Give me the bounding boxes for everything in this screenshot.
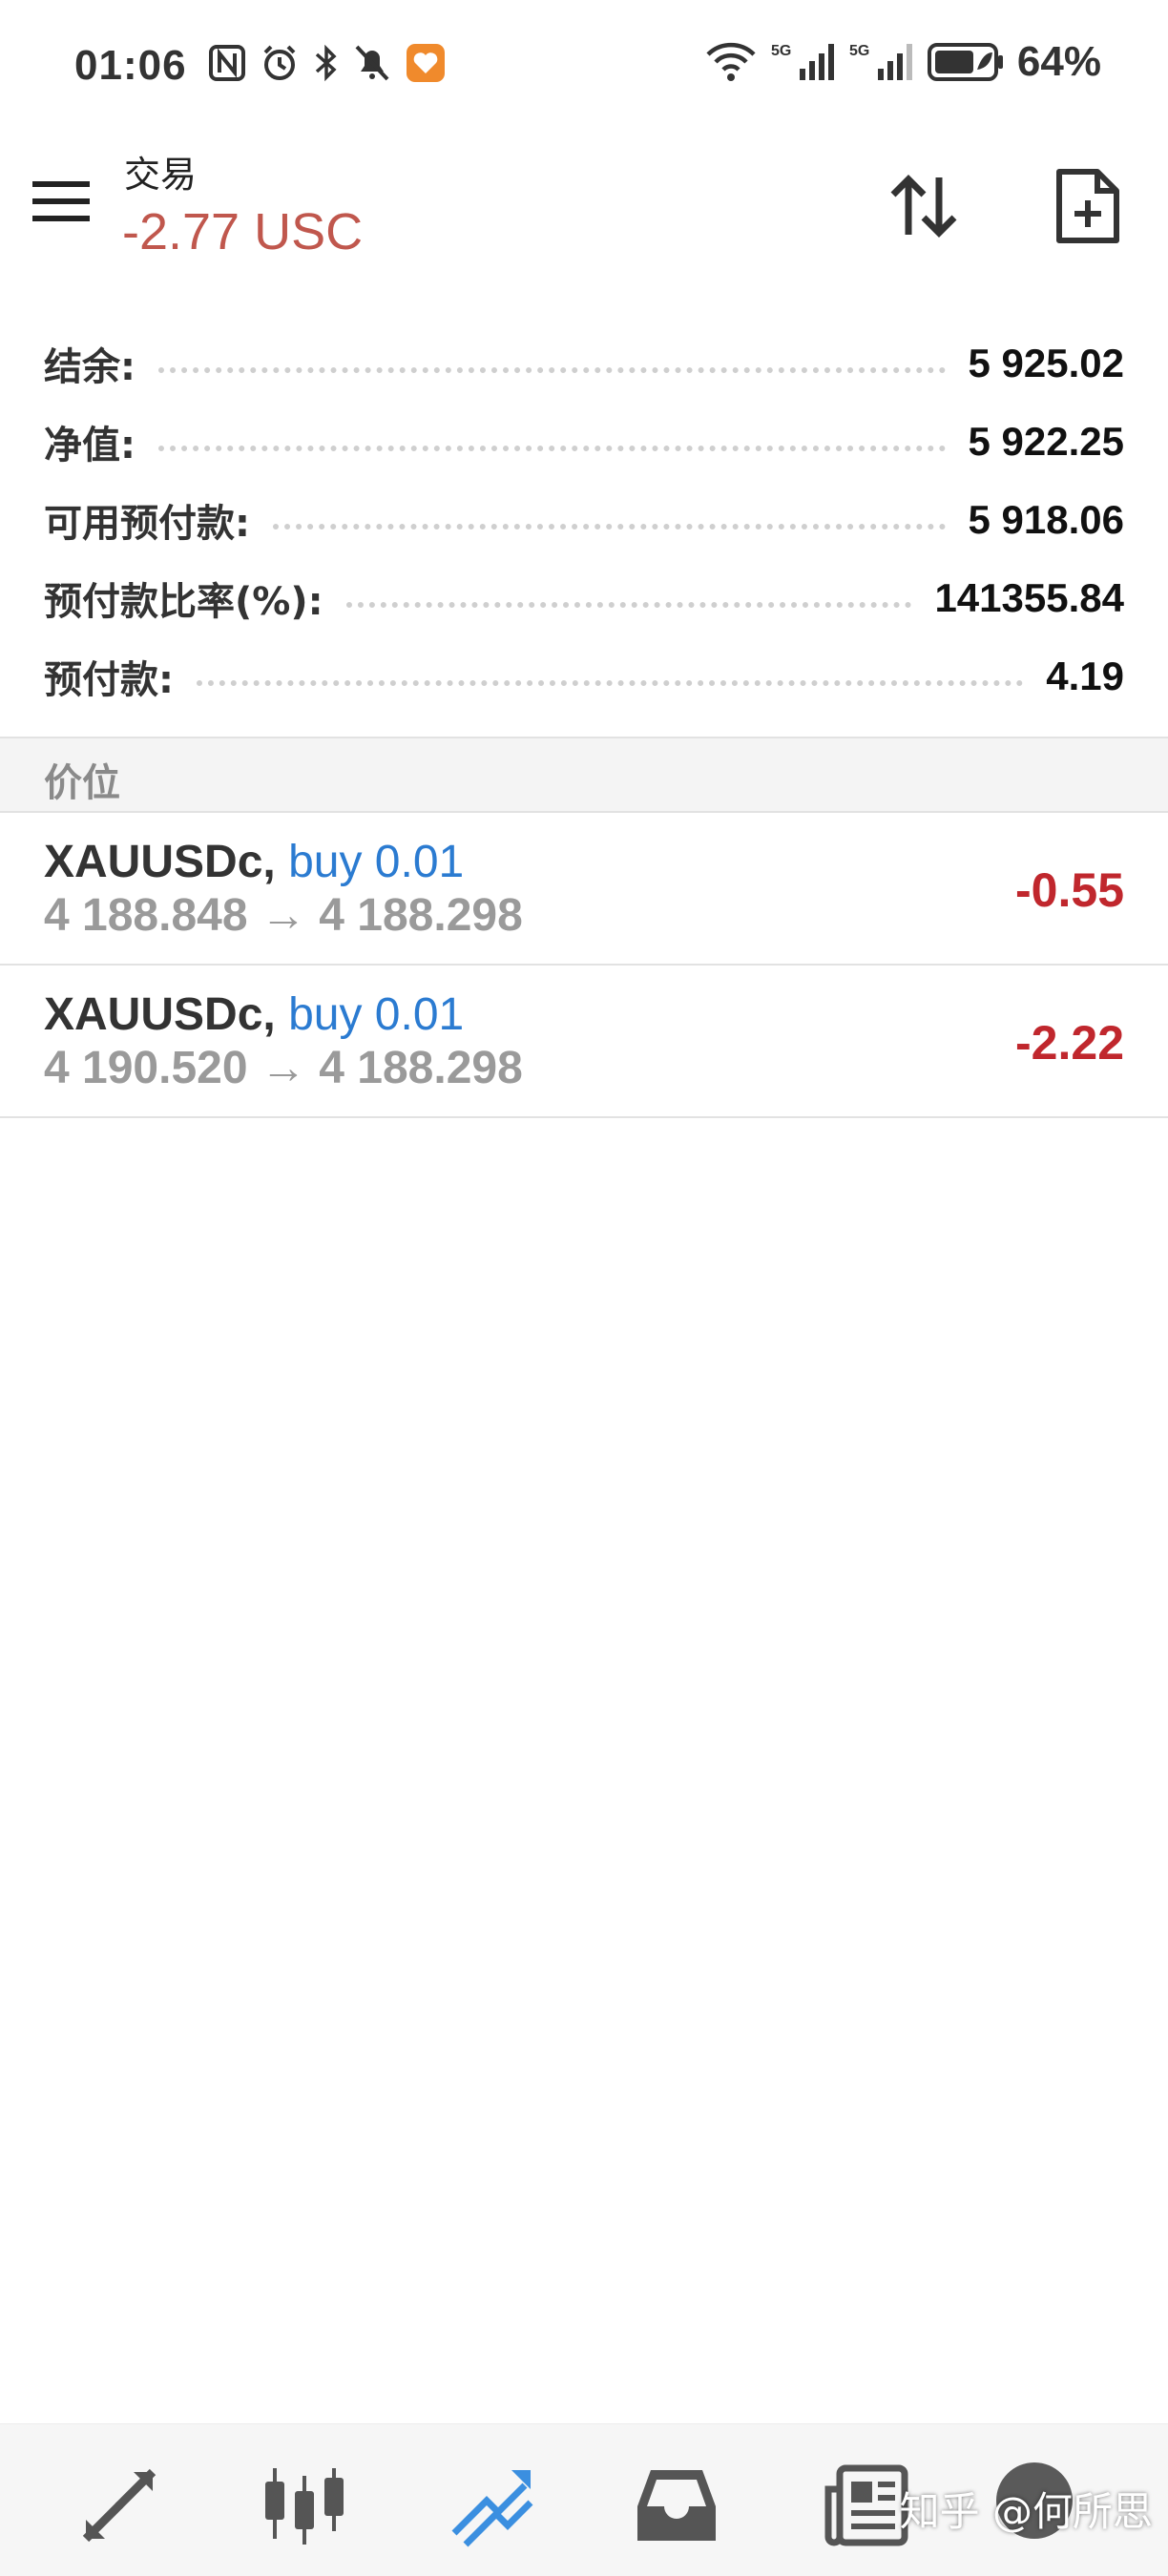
dotted-leader: [273, 524, 946, 530]
nfc-icon: [209, 45, 245, 81]
summary-row-balance: 结余: 5 925.02: [0, 324, 1168, 403]
summary-value: 141355.84: [934, 575, 1124, 620]
summary-row-margin-level: 预付款比率(%): 141355.84: [0, 559, 1168, 637]
mute-bell-icon: [355, 45, 389, 81]
status-icons-right: 5G 5G 64%: [704, 38, 1101, 86]
position-title: XAUUSDc, buy 0.01: [44, 988, 464, 1041]
summary-value: 5 918.06: [968, 497, 1125, 542]
position-profit: -0.55: [1015, 863, 1124, 917]
nav-trade[interactable]: [448, 2462, 534, 2548]
current-price: 4 188.298: [319, 890, 523, 941]
status-icons-left: [208, 42, 447, 84]
summary-label: 预付款:: [44, 658, 174, 702]
sort-icon[interactable]: [886, 168, 962, 244]
quotes-icon: [82, 2468, 156, 2543]
history-icon: [637, 2470, 716, 2541]
summary-label: 预付款比率(%):: [44, 580, 323, 624]
summary-row-free-margin: 可用预付款: 5 918.06: [0, 481, 1168, 559]
price-arrow: →: [260, 890, 306, 941]
summary-value: 5 925.02: [968, 341, 1125, 385]
status-bar: 01:06 5G 5G 64%: [0, 0, 1168, 134]
app-header: 交易 -2.77 USC: [0, 143, 1168, 277]
section-title: 价位: [44, 761, 120, 805]
app-notification-icon: [407, 44, 445, 82]
position-symbol: XAUUSDc,: [44, 837, 276, 887]
dotted-leader: [158, 367, 946, 373]
open-price: 4 190.520: [44, 1043, 248, 1093]
dotted-leader: [197, 680, 1024, 686]
page-title: 交易: [124, 154, 198, 196]
nav-quotes[interactable]: [76, 2462, 162, 2548]
wifi-icon: [706, 42, 756, 81]
summary-label: 净值:: [44, 424, 136, 467]
trade-icon: [451, 2470, 533, 2547]
current-price: 4 188.298: [319, 1043, 523, 1093]
watermark: 知乎 @何所思: [899, 2488, 1153, 2535]
summary-value: 5 922.25: [968, 419, 1125, 464]
battery-icon: [927, 43, 1003, 81]
dotted-leader: [345, 602, 912, 608]
position-side: buy 0.01: [288, 989, 465, 1040]
bluetooth-icon: [315, 44, 337, 82]
positions-section-header: 价位: [0, 737, 1168, 813]
position-symbol: XAUUSDc,: [44, 989, 276, 1040]
position-row[interactable]: XAUUSDc, buy 0.01 4 190.520 → 4 188.298 …: [0, 966, 1168, 1118]
position-prices: 4 188.848 → 4 188.298: [44, 889, 523, 942]
account-summary: 结余: 5 925.02 净值: 5 922.25 可用预付款: 5 918.0…: [0, 324, 1168, 716]
nav-chart[interactable]: [261, 2462, 347, 2548]
summary-row-margin: 预付款: 4.19: [0, 637, 1168, 716]
network-label-2: 5G: [849, 43, 869, 59]
signal-5g-icon: 5G: [771, 43, 834, 80]
position-prices: 4 190.520 → 4 188.298: [44, 1042, 523, 1094]
network-label: 5G: [771, 43, 791, 59]
chart-icon: [265, 2468, 344, 2545]
position-side: buy 0.01: [288, 837, 465, 887]
alarm-icon: [263, 45, 296, 80]
new-order-icon[interactable]: [1050, 166, 1126, 246]
dotted-leader: [158, 446, 946, 451]
summary-row-equity: 净值: 5 922.25: [0, 403, 1168, 481]
summary-label: 结余:: [44, 345, 136, 389]
summary-value: 4.19: [1046, 654, 1124, 698]
nav-news[interactable]: [823, 2462, 908, 2548]
header-balance: -2.77 USC: [122, 203, 364, 260]
status-time: 01:06: [74, 42, 187, 89]
positions-list: XAUUSDc, buy 0.01 4 188.848 → 4 188.298 …: [0, 813, 1168, 1118]
news-icon: [824, 2464, 908, 2546]
price-arrow: →: [260, 1043, 306, 1093]
nav-history[interactable]: [634, 2462, 720, 2548]
open-price: 4 188.848: [44, 890, 248, 941]
position-row[interactable]: XAUUSDc, buy 0.01 4 188.848 → 4 188.298 …: [0, 813, 1168, 966]
bottom-navigation: 知乎 @何所思: [0, 2423, 1168, 2576]
menu-icon[interactable]: [32, 179, 90, 223]
battery-percent: 64%: [1016, 38, 1101, 85]
summary-label: 可用预付款:: [44, 502, 250, 546]
signal-5g-icon-2: 5G: [849, 43, 912, 80]
position-title: XAUUSDc, buy 0.01: [44, 836, 464, 888]
position-profit: -2.22: [1015, 1016, 1124, 1070]
